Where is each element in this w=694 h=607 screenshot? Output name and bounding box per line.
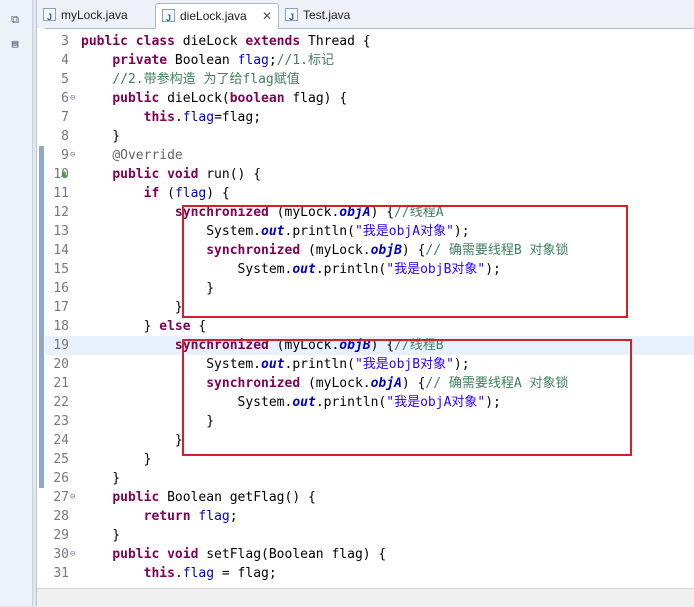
tab-test[interactable]: Test.java <box>279 3 369 29</box>
line-number: 26 <box>53 471 69 486</box>
code-text: if (flag) { <box>143 186 230 201</box>
code-line[interactable]: 27 ⊖ public Boolean getFlag() { <box>37 488 694 507</box>
java-file-icon <box>43 5 56 29</box>
line-number: 11 <box>53 186 69 201</box>
tab-label: myLock.java <box>61 8 128 22</box>
line-number: 22 <box>53 395 69 410</box>
line-number: 6 <box>61 91 69 106</box>
horizontal-scrollbar[interactable] <box>37 588 694 607</box>
highlight-box-else-branch <box>182 339 632 456</box>
code-area[interactable]: 31 this.flag = flag; 30 ⊖ public void setF… <box>37 28 694 588</box>
line-number: 7 <box>61 110 69 125</box>
java-file-icon <box>162 6 175 30</box>
line-number: 18 <box>53 319 69 334</box>
line-number: 17 <box>53 300 69 315</box>
tab-label: Test.java <box>303 8 351 22</box>
code-text: } <box>81 129 121 144</box>
left-panel: ⧉ ▤ <box>0 0 33 606</box>
line-number: 15 <box>53 262 69 277</box>
line-number: 4 <box>61 53 69 68</box>
tab-label: dieLock.java <box>180 9 247 23</box>
line-number: 13 <box>53 224 69 239</box>
code-text: public dieLock(boolean flag) { <box>112 91 348 106</box>
code-text: public Boolean getFlag() { <box>112 490 316 505</box>
line-number: 29 <box>53 528 69 543</box>
change-ruler <box>37 28 45 588</box>
line-number: 25 <box>53 452 69 467</box>
line-number: 31 <box>53 566 69 581</box>
tab-mylock[interactable]: myLock.java <box>37 3 155 29</box>
code-line[interactable]: 28 return flag; <box>37 507 694 526</box>
line-number: 19 <box>53 338 69 353</box>
fold-toggle-icon[interactable]: ⊖ <box>70 146 75 165</box>
code-line[interactable]: 7 this.flag=flag; <box>37 108 694 127</box>
line-number: 14 <box>53 243 69 258</box>
line-number: 28 <box>53 509 69 524</box>
code-text: } <box>81 452 152 467</box>
code-line[interactable]: 10 public void run() { <box>37 165 694 184</box>
line-number: 9 <box>61 148 69 163</box>
fold-toggle-icon[interactable]: ⊖ <box>70 545 75 564</box>
line-number: 16 <box>53 281 69 296</box>
code-line[interactable]: 3 public class dieLock extends Thread { <box>37 32 694 51</box>
code-line[interactable]: 31 this.flag = flag; <box>37 564 694 583</box>
line-number: 5 <box>61 72 69 87</box>
highlight-box-if-branch <box>182 205 628 318</box>
code-text: @Override <box>112 148 183 163</box>
code-line[interactable]: 30 ⊖ public void setFlag(Boolean flag) { <box>37 545 694 564</box>
code-line[interactable]: 6 ⊖ public dieLock(boolean flag) { <box>37 89 694 108</box>
line-number: 23 <box>53 414 69 429</box>
line-number: 12 <box>53 205 69 220</box>
code-line[interactable]: 26 } <box>37 469 694 488</box>
code-line[interactable]: 11 if (flag) { <box>37 184 694 203</box>
override-marker-icon[interactable]: ▲ <box>61 169 71 179</box>
code-text: this.flag = flag; <box>143 566 277 581</box>
line-number: 20 <box>53 357 69 372</box>
code-text: } <box>81 300 183 315</box>
tab-dielock[interactable]: dieLock.java ✕ <box>155 3 279 30</box>
line-number: 24 <box>53 433 69 448</box>
line-number: 27 <box>53 490 69 505</box>
code-text: public void run() { <box>112 167 262 182</box>
fold-toggle-icon[interactable]: ⊖ <box>70 488 75 507</box>
code-line[interactable]: 5 //2.带参构造 为了给flag赋值 <box>37 70 694 89</box>
close-icon[interactable]: ✕ <box>262 4 272 28</box>
code-text: } else { <box>81 319 207 334</box>
line-number: 8 <box>61 129 69 144</box>
code-text: } <box>81 471 121 486</box>
code-text: //2.带参构造 为了给flag赋值 <box>112 72 300 87</box>
restore-icon[interactable]: ⧉ <box>9 14 21 26</box>
code-text: } <box>81 433 183 448</box>
line-number: 3 <box>61 34 69 49</box>
code-line[interactable]: 29 } <box>37 526 694 545</box>
code-line[interactable]: 9 ⊖ @Override <box>37 146 694 165</box>
code-line[interactable]: 8 } <box>37 127 694 146</box>
code-text: this.flag=flag; <box>143 110 262 125</box>
change-bar <box>39 146 44 488</box>
code-text: return flag; <box>143 509 238 524</box>
code-text: public void setFlag(Boolean flag) { <box>112 547 387 562</box>
code-text: } <box>81 528 121 543</box>
code-editor[interactable]: myLock.java dieLock.java ✕ Test.java 31 … <box>36 0 694 607</box>
code-line[interactable]: 4 private Boolean flag;//1.标记 <box>37 51 694 70</box>
code-line[interactable]: 18 } else { <box>37 317 694 336</box>
fold-toggle-icon[interactable]: ⊖ <box>70 89 75 108</box>
code-text: public class dieLock extends Thread { <box>81 34 371 49</box>
code-text: private Boolean flag;//1.标记 <box>112 53 335 68</box>
editor-tab-bar: myLock.java dieLock.java ✕ Test.java <box>37 0 694 30</box>
line-number: 30 <box>53 547 69 562</box>
line-number: 21 <box>53 376 69 391</box>
java-file-icon <box>285 5 298 29</box>
outline-icon[interactable]: ▤ <box>9 38 21 50</box>
